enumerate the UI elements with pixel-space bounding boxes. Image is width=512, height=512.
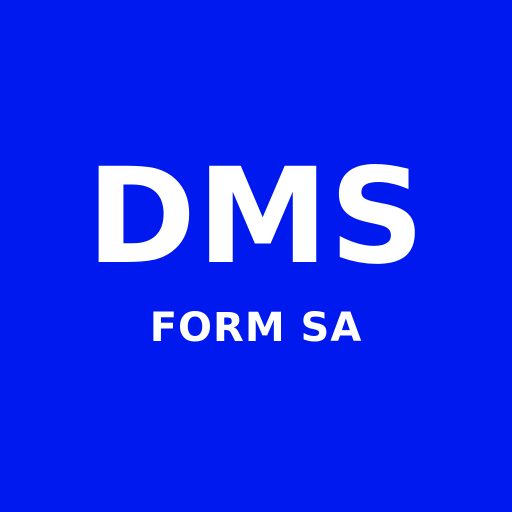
logo-tile: DMS FORM SA (0, 0, 512, 512)
logo-title: DMS (86, 140, 426, 294)
logo-subtitle: FORM SA (149, 305, 363, 351)
